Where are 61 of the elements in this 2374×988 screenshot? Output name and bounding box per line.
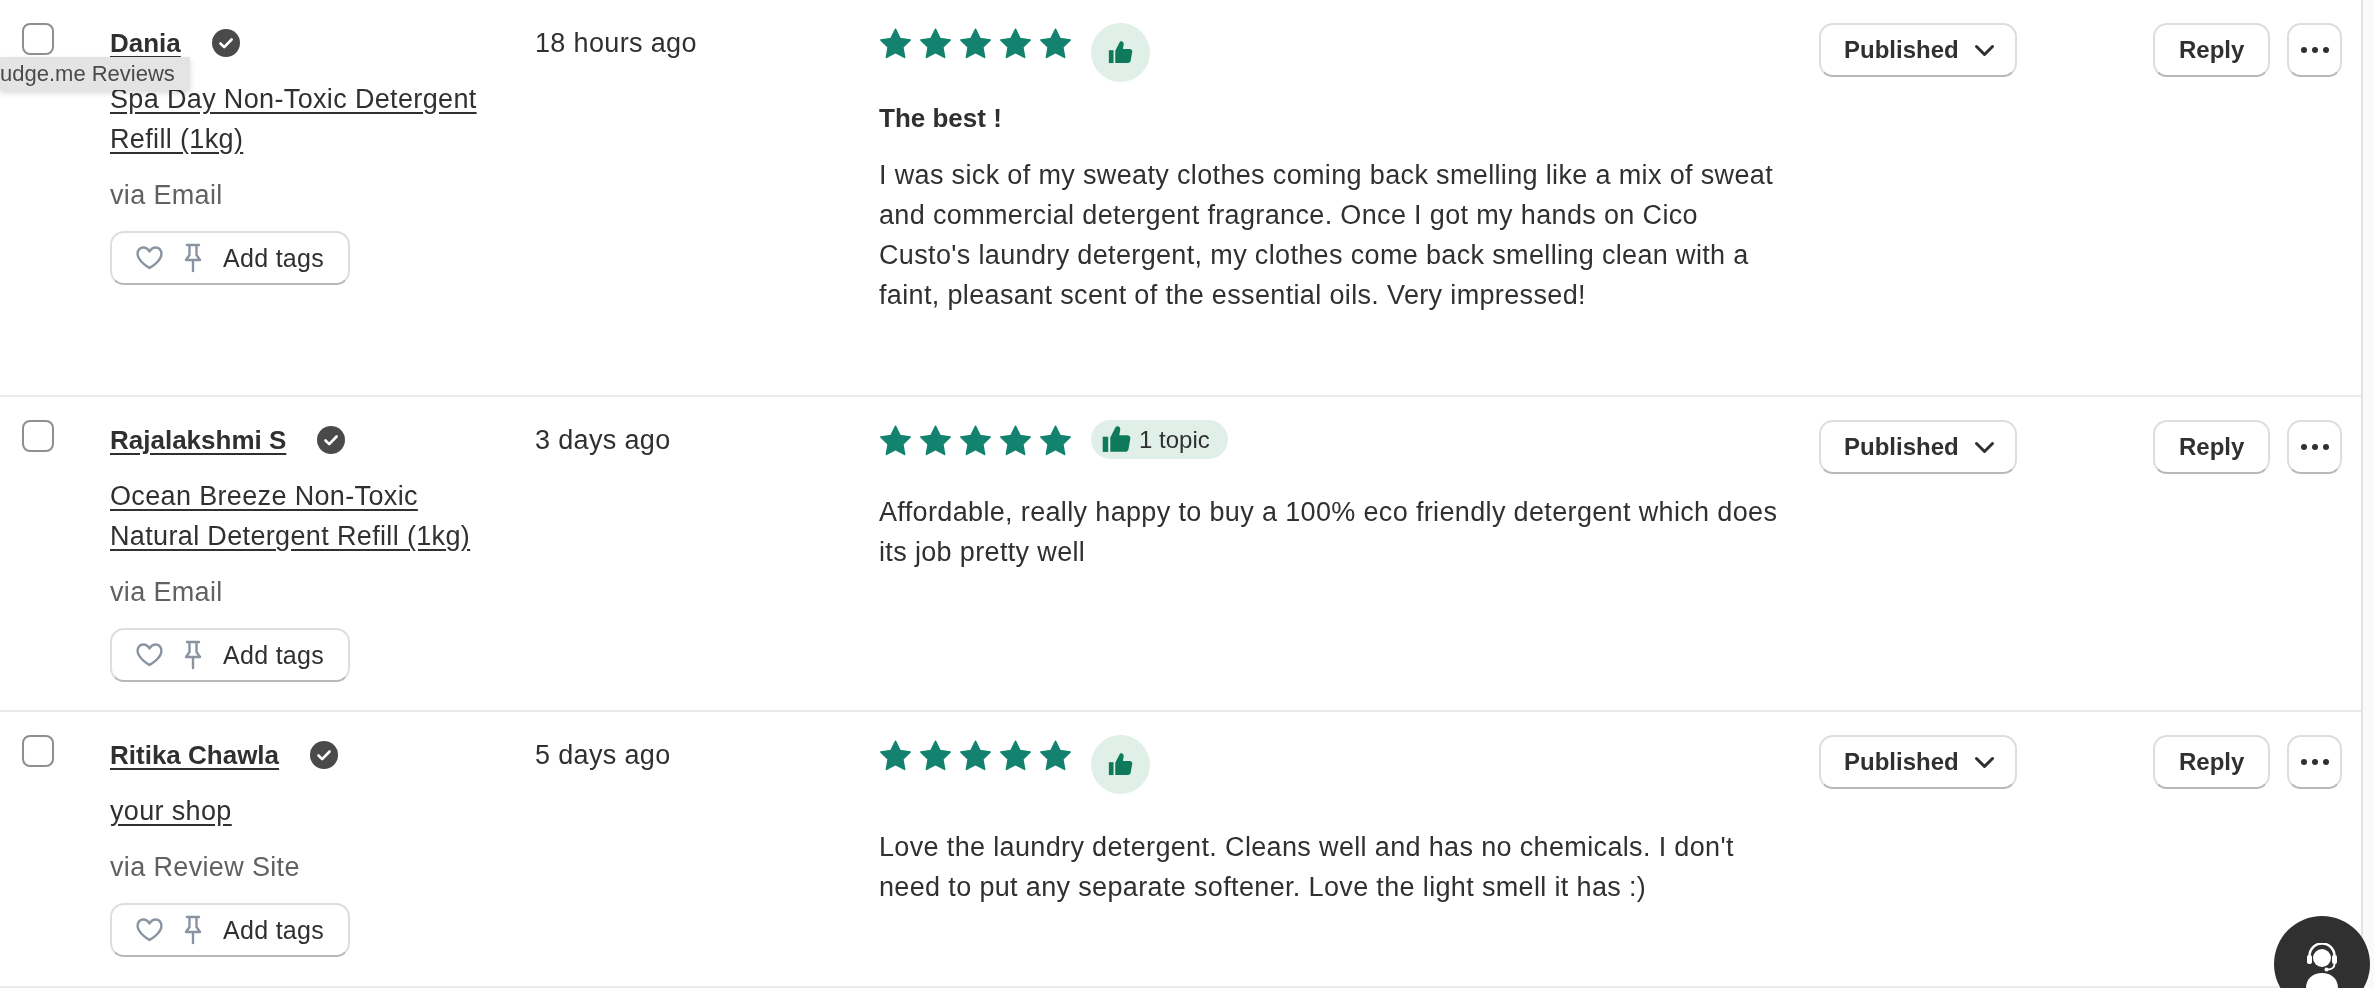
reviewer-name[interactable]: Rajalakshmi S <box>110 420 287 460</box>
review-text: Love the laundry detergent. Cleans well and has no chemicals. I don't need to put any separate softener. Love the light smell it has :) <box>879 831 1735 904</box>
pin-icon <box>183 915 203 945</box>
star-icon <box>999 28 1032 60</box>
star-icon <box>879 740 912 772</box>
star-icon <box>959 425 992 457</box>
star-icon <box>959 740 992 772</box>
review-source: via Email <box>110 576 223 609</box>
reviewer-name[interactable]: Ritika Chawla <box>110 735 280 775</box>
star-icon <box>919 425 952 457</box>
review-text: Affordable, really happy to buy a 100% eco friendly detergent which does its job pretty well <box>879 496 1779 569</box>
row-checkbox[interactable] <box>22 420 54 452</box>
more-icon <box>2300 444 2329 450</box>
pin-icon <box>183 243 203 273</box>
status-dropdown[interactable]: Published <box>1819 420 2017 474</box>
add-tags-button[interactable]: Add tags <box>110 903 351 957</box>
product-link[interactable]: Ocean Breeze Non-Toxic Natural Detergent Refill (1kg) <box>110 476 495 556</box>
caret-icon <box>1973 755 1995 769</box>
review-text: I was sick of my sweaty clothes coming back smelling like a mix of sweat and commercial detergent fragrance. Once I got my hands on Cico Custo's laundry detergent, my clothes come back smelling clean with a faint, pleasant scent of the essential oils. Very impressed! <box>879 159 1774 312</box>
add-tags-button[interactable]: Add tags <box>110 231 351 285</box>
star-icon <box>999 425 1032 457</box>
review-source: via Email <box>110 179 223 212</box>
add-tags-button[interactable]: Add tags <box>110 628 351 682</box>
reply-button[interactable]: Reply <box>2153 420 2271 474</box>
review-date: 3 days ago <box>535 424 672 457</box>
tooltip: udge.me Reviews <box>0 57 190 90</box>
review-source: via Review Site <box>110 851 300 884</box>
product-link[interactable]: your shop <box>110 791 232 831</box>
star-icon <box>959 28 992 60</box>
heart-icon <box>136 246 163 270</box>
heart-icon <box>136 643 163 667</box>
star-icon <box>1039 425 1072 457</box>
topic-badge[interactable]: 1 topic <box>1091 420 1228 459</box>
pin-icon <box>183 640 203 670</box>
more-actions-button[interactable] <box>2287 23 2343 77</box>
thumbs-up-icon <box>1102 425 1131 454</box>
heart-icon <box>136 918 163 942</box>
caret-icon <box>1973 440 1995 454</box>
star-icon <box>919 28 952 60</box>
reply-button[interactable]: Reply <box>2153 735 2271 789</box>
caret-icon <box>1973 43 1995 57</box>
status-dropdown[interactable]: Published <box>1819 23 2017 77</box>
review-title: The best ! <box>879 102 1002 135</box>
star-icon <box>1039 28 1072 60</box>
reply-button[interactable]: Reply <box>2153 23 2271 77</box>
star-icon <box>999 740 1032 772</box>
thumbs-up-icon <box>1091 735 1150 794</box>
status-dropdown[interactable]: Published <box>1819 735 2017 789</box>
more-actions-button[interactable] <box>2287 420 2343 474</box>
star-icon <box>879 425 912 457</box>
more-icon <box>2300 759 2329 765</box>
more-actions-button[interactable] <box>2287 735 2343 789</box>
review-date: 18 hours ago <box>535 27 698 60</box>
row-checkbox[interactable] <box>22 735 54 767</box>
row-checkbox[interactable] <box>22 23 54 55</box>
star-icon <box>919 740 952 772</box>
thumbs-up-icon <box>1091 23 1150 82</box>
star-icon <box>1039 740 1072 772</box>
star-icon <box>879 28 912 60</box>
review-date: 5 days ago <box>535 739 672 772</box>
more-icon <box>2300 47 2329 53</box>
